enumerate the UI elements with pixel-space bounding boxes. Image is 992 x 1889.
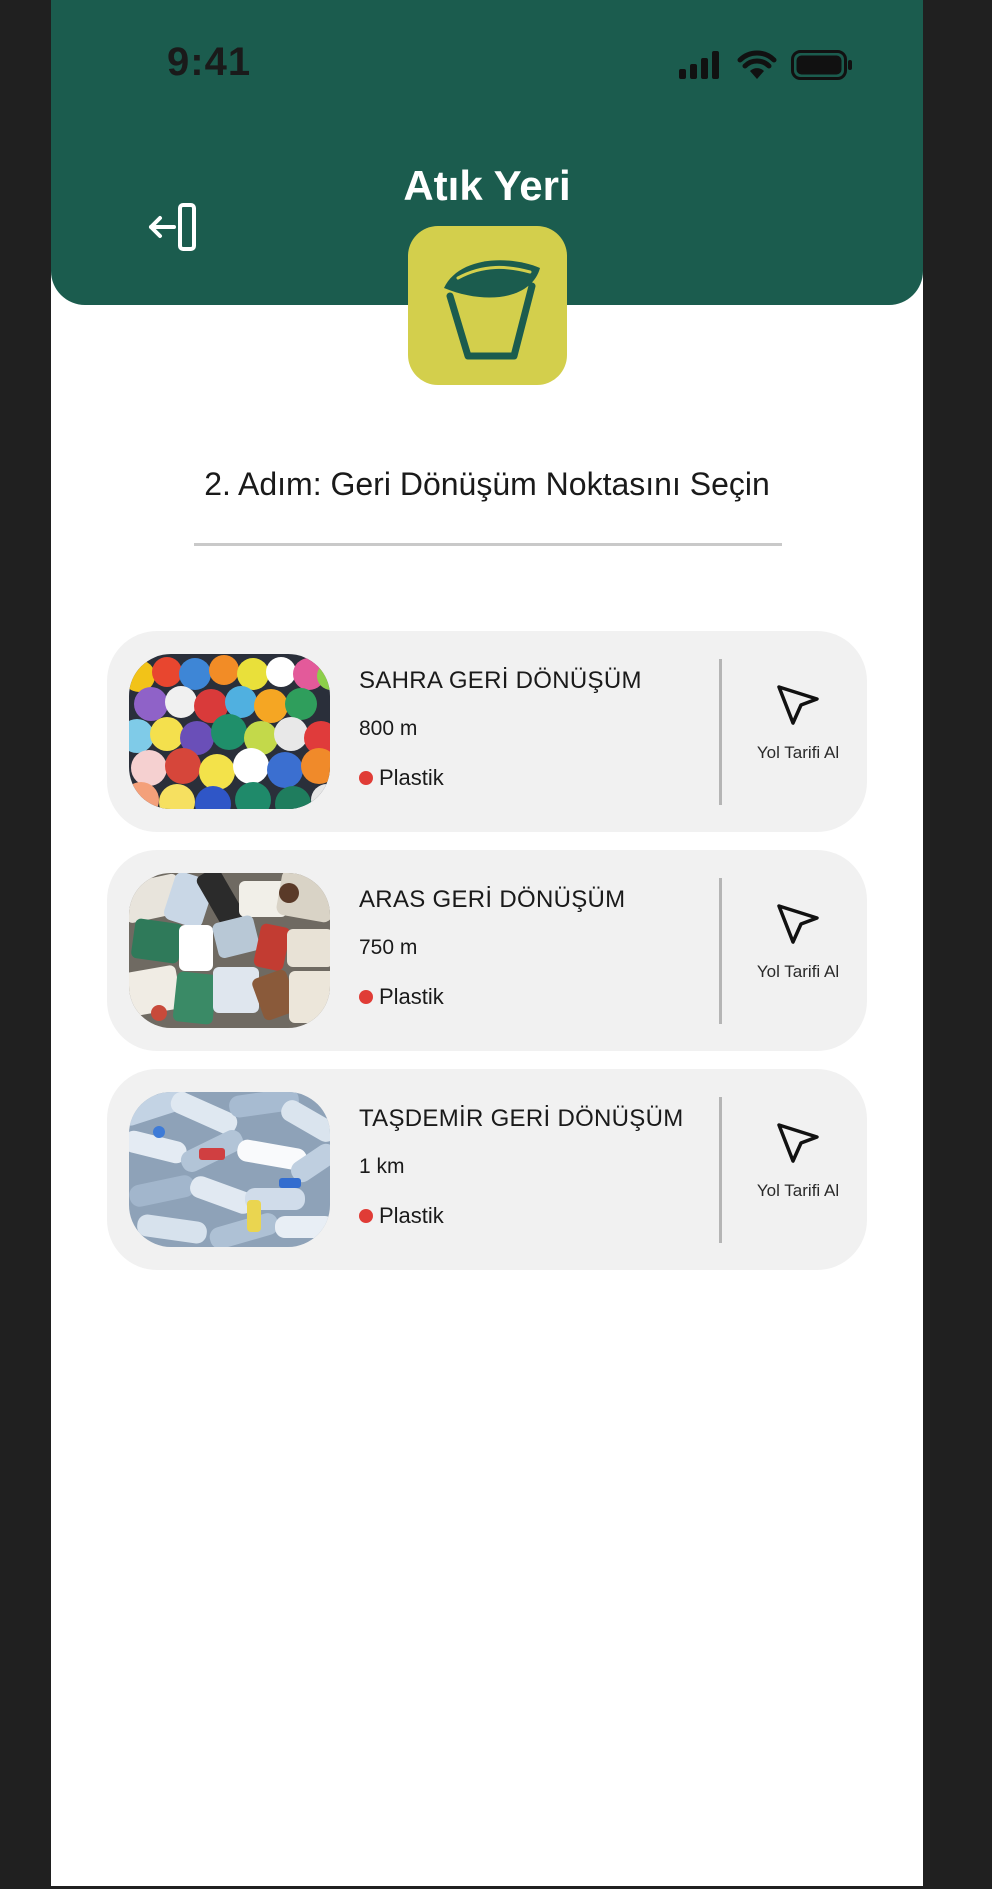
recycling-point-info: ARAS GERİ DÖNÜŞÜM 750 m Plastik: [359, 886, 709, 1010]
divider: [194, 543, 782, 546]
get-directions-button[interactable]: Yol Tarifi Al: [727, 681, 869, 763]
recycling-point-category: Plastik: [359, 984, 709, 1010]
mixed-waste-pile-image: [129, 873, 330, 1028]
recycling-point-card[interactable]: SAHRA GERİ DÖNÜŞÜM 800 m Plastik Yol Tar…: [107, 631, 867, 832]
plastic-bottles-pile-image: [129, 1092, 330, 1247]
app-logo: [408, 226, 567, 385]
category-dot-icon: [359, 771, 373, 785]
colorful-plastic-caps-image: [129, 654, 330, 809]
status-time: 9:41: [167, 40, 252, 84]
category-dot-icon: [359, 1209, 373, 1223]
card-divider: [719, 1097, 722, 1243]
navigation-arrow-icon: [777, 685, 819, 725]
step-title: 2. Adım: Geri Dönüşüm Noktasını Seçin: [204, 466, 770, 502]
get-directions-label: Yol Tarifi Al: [756, 743, 840, 762]
recycling-point-card[interactable]: TAŞDEMİR GERİ DÖNÜŞÜM 1 km Plastik Yol T…: [107, 1069, 867, 1270]
recycle-bin-leaf-icon: [443, 259, 540, 359]
category-label: Plastik: [379, 1203, 444, 1228]
phone-screen: 9:41 Atık Yeri 2. Adım: Geri Dönüşüm Nok…: [51, 0, 923, 1886]
card-divider: [719, 878, 722, 1024]
navigation-arrow-icon: [777, 1123, 819, 1163]
recycling-point-name: SAHRA GERİ DÖNÜŞÜM: [359, 667, 642, 694]
battery-icon: [791, 50, 852, 80]
navigation-arrow-icon: [777, 904, 819, 944]
recycling-point-info: TAŞDEMİR GERİ DÖNÜŞÜM 1 km Plastik: [359, 1105, 709, 1229]
recycling-point-category: Plastik: [359, 1203, 709, 1229]
recycling-point-name: TAŞDEMİR GERİ DÖNÜŞÜM: [359, 1105, 684, 1132]
recycling-point-distance: 750 m: [359, 936, 418, 959]
back-button[interactable]: [147, 202, 203, 252]
status-icons: [679, 50, 853, 80]
recycling-point-distance: 800 m: [359, 717, 418, 740]
category-label: Plastik: [379, 984, 444, 1009]
get-directions-button[interactable]: Yol Tarifi Al: [727, 900, 869, 982]
card-divider: [719, 659, 722, 805]
wifi-icon: [737, 50, 777, 79]
recycling-point-distance: 1 km: [359, 1155, 405, 1178]
category-dot-icon: [359, 990, 373, 1004]
recycling-point-card[interactable]: ARAS GERİ DÖNÜŞÜM 750 m Plastik Yol Tari…: [107, 850, 867, 1051]
cellular-signal-icon: [679, 51, 719, 79]
get-directions-label: Yol Tarifi Al: [756, 962, 840, 981]
category-label: Plastik: [379, 765, 444, 790]
recycling-point-info: SAHRA GERİ DÖNÜŞÜM 800 m Plastik: [359, 667, 709, 791]
get-directions-label: Yol Tarifi Al: [756, 1181, 840, 1200]
recycling-point-name: ARAS GERİ DÖNÜŞÜM: [359, 886, 626, 913]
recycling-point-list: SAHRA GERİ DÖNÜŞÜM 800 m Plastik Yol Tar…: [107, 631, 867, 1288]
get-directions-button[interactable]: Yol Tarifi Al: [727, 1119, 869, 1201]
recycling-point-category: Plastik: [359, 765, 709, 791]
exit-icon: [149, 203, 196, 251]
